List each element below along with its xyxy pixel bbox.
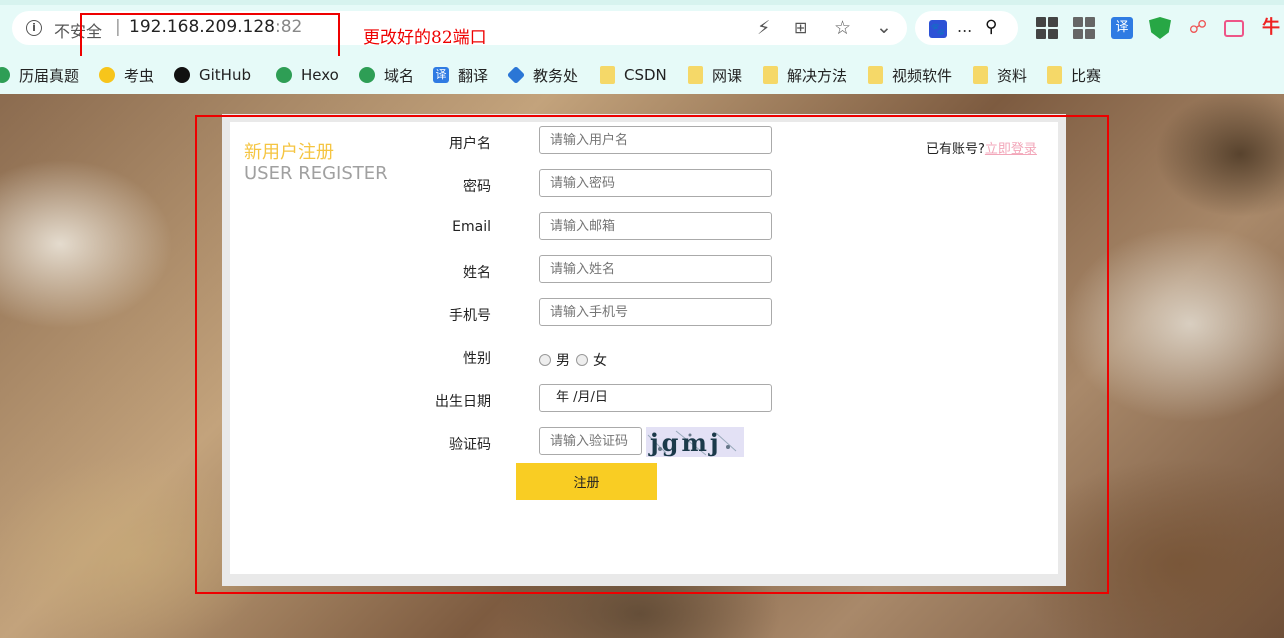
baidu-paw-icon: 🐾 [929,20,947,38]
bookmark-item[interactable]: 资料 [973,65,1027,85]
bookmark-label: 解决方法 [787,66,848,85]
bookmarks-bar: 历届真题 考虫 GitHub Hexo 域名 译翻译 教务处 CSDN 网课 解… [0,56,1284,94]
bookmark-label: 资料 [997,66,1028,85]
star-icon[interactable]: ☆ [834,18,851,38]
bookmark-label: GitHub [199,66,251,84]
port-annotation: 更改好的82端口 [363,28,487,48]
folder-icon [600,66,615,84]
lightning-icon[interactable]: ⚡ [757,18,770,38]
jiaowu-icon [506,65,526,85]
bookmark-item[interactable]: CSDN [600,65,667,85]
translate-icon: 译 [433,67,449,83]
apps-grid-icon[interactable] [1036,17,1058,39]
folder-icon [868,66,883,84]
bookmark-item[interactable]: GitHub [174,65,251,85]
bookmark-label: 视频软件 [892,66,953,85]
tab-strip [0,0,1284,5]
bookmark-item[interactable]: 域名 [359,65,414,85]
search-icon[interactable]: ⚲ [985,17,997,37]
page-translate-icon[interactable]: ⊞ [794,18,807,38]
info-icon[interactable]: i [26,20,42,36]
network-icon[interactable]: ☍ [1187,17,1209,39]
shield-icon[interactable] [1149,17,1171,39]
page-background: 新用户注册 USER REGISTER 已有账号?立即登录 用户名 密码 Ema… [0,94,1284,638]
url-annotation-box [80,13,340,61]
search-ellipsis: ... [957,17,973,36]
bookmark-item[interactable]: 译翻译 [433,65,488,85]
bookmark-label: 考虫 [124,66,155,85]
globe-icon [359,67,375,83]
bookmark-item[interactable]: 教务处 [506,65,579,85]
form-annotation-box [195,115,1109,594]
search-box[interactable]: 🐾 ... ⚲ [915,11,1018,45]
globe-icon [276,67,292,83]
folder-icon [1047,66,1062,84]
folder-icon [688,66,703,84]
extension-grid-icon[interactable] [1073,17,1095,39]
tv-icon[interactable] [1224,20,1244,37]
folder-icon [973,66,988,84]
bookmark-item[interactable]: 考虫 [99,65,154,85]
niu-extension-icon[interactable]: 牛 [1262,17,1282,39]
bookmark-label: 翻译 [458,66,489,85]
globe-icon [0,67,10,83]
bookmark-label: Hexo [301,66,339,84]
bookmark-item[interactable]: 比赛 [1047,65,1101,85]
bookmark-label: CSDN [624,66,667,84]
bookmark-label: 历届真题 [19,66,80,85]
browser-toolbar: i 不安全 | 192.168.209.128:82 ⚡ ⊞ ☆ ⌄ 更改好的8… [0,0,1284,61]
bookmark-item[interactable]: 历届真题 [0,65,79,85]
bookmark-item[interactable]: Hexo [276,65,339,85]
bookmark-label: 比赛 [1071,66,1102,85]
chick-icon [99,67,115,83]
translate-extension-icon[interactable]: 译 [1111,17,1133,39]
bookmark-label: 域名 [384,66,415,85]
github-icon [174,67,190,83]
bookmark-item[interactable]: 网课 [688,65,742,85]
bookmark-item[interactable]: 视频软件 [868,65,952,85]
chevron-down-icon[interactable]: ⌄ [876,17,892,37]
bookmark-label: 教务处 [533,66,579,85]
bookmark-item[interactable]: 解决方法 [763,65,847,85]
bookmark-label: 网课 [712,66,743,85]
folder-icon [763,66,778,84]
